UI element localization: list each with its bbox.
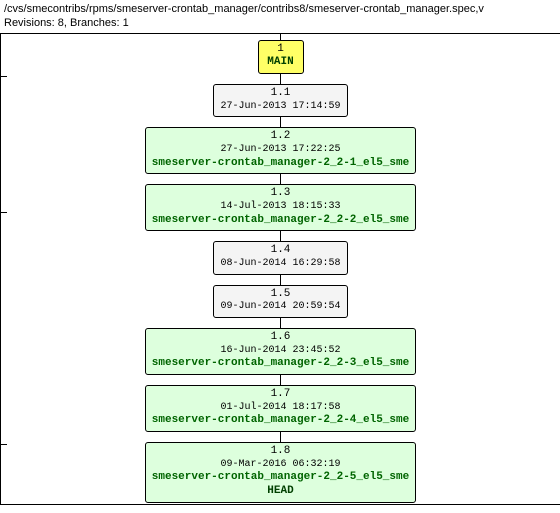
repo-summary: Revisions: 8, Branches: 1 <box>4 17 129 29</box>
rev-node[interactable]: 1.1 27-Jun-2013 17:14:59 <box>213 84 347 117</box>
rev-tag: smeserver-crontab_manager-2_2-3_el5_sme <box>152 357 409 371</box>
rev-number: 1.2 <box>152 130 409 144</box>
rev-tag: smeserver-crontab_manager-2_2-1_el5_sme <box>152 157 409 171</box>
edge <box>280 74 281 84</box>
rev-tag: smeserver-crontab_manager-2_2-2_el5_sme <box>152 214 409 228</box>
edge <box>280 174 281 184</box>
branch-rev: 1 <box>265 43 297 57</box>
edge <box>280 318 281 328</box>
edge <box>280 117 281 127</box>
axis-tick <box>1 444 7 445</box>
rev-date: 27-Jun-2013 17:14:59 <box>220 101 340 114</box>
rev-tag: smeserver-crontab_manager-2_2-4_el5_sme <box>152 414 409 428</box>
rev-number: 1.7 <box>152 388 409 402</box>
branch-column: 1 MAIN 1.1 27-Jun-2013 17:14:59 1.2 27-J… <box>1 34 560 504</box>
axis-tick <box>1 76 7 77</box>
rev-date: 16-Jun-2014 23:45:52 <box>152 345 409 358</box>
rev-date: 01-Jul-2014 18:17:58 <box>152 402 409 415</box>
rev-number: 1.8 <box>152 445 409 459</box>
rev-number: 1.6 <box>152 331 409 345</box>
rev-date: 14-Jul-2013 18:15:33 <box>152 201 409 214</box>
rev-node[interactable]: 1.6 16-Jun-2014 23:45:52 smeserver-cront… <box>145 328 416 375</box>
rev-number: 1.3 <box>152 187 409 201</box>
rev-date: 27-Jun-2013 17:22:25 <box>152 144 409 157</box>
rev-node[interactable]: 1.3 14-Jul-2013 18:15:33 smeserver-cront… <box>145 184 416 231</box>
edge <box>280 231 281 241</box>
edge <box>280 375 281 385</box>
rev-node[interactable]: 1.2 27-Jun-2013 17:22:25 smeserver-cront… <box>145 127 416 174</box>
rev-date: 09-Jun-2014 20:59:54 <box>220 301 340 314</box>
axis-tick <box>1 212 7 213</box>
rev-head: HEAD <box>152 485 409 499</box>
rev-number: 1.5 <box>220 288 340 302</box>
branch-node-main[interactable]: 1 MAIN <box>258 40 304 75</box>
edge <box>280 34 281 40</box>
edge <box>280 275 281 285</box>
rev-tag: smeserver-crontab_manager-2_2-5_el5_sme <box>152 471 409 485</box>
rev-date: 09-Mar-2016 06:32:19 <box>152 459 409 472</box>
header: /cvs/smecontribs/rpms/smeserver-crontab_… <box>0 0 560 33</box>
rev-number: 1.1 <box>220 87 340 101</box>
branch-name: MAIN <box>265 56 297 70</box>
rev-node[interactable]: 1.8 09-Mar-2016 06:32:19 smeserver-cront… <box>145 442 416 503</box>
repo-path: /cvs/smecontribs/rpms/smeserver-crontab_… <box>4 3 484 15</box>
rev-node[interactable]: 1.4 08-Jun-2014 16:29:58 <box>213 241 347 274</box>
revision-graph: 1 MAIN 1.1 27-Jun-2013 17:14:59 1.2 27-J… <box>0 33 560 505</box>
edge <box>280 432 281 442</box>
rev-node[interactable]: 1.5 09-Jun-2014 20:59:54 <box>213 285 347 318</box>
rev-date: 08-Jun-2014 16:29:58 <box>220 258 340 271</box>
rev-node[interactable]: 1.7 01-Jul-2014 18:17:58 smeserver-cront… <box>145 385 416 432</box>
rev-number: 1.4 <box>220 244 340 258</box>
